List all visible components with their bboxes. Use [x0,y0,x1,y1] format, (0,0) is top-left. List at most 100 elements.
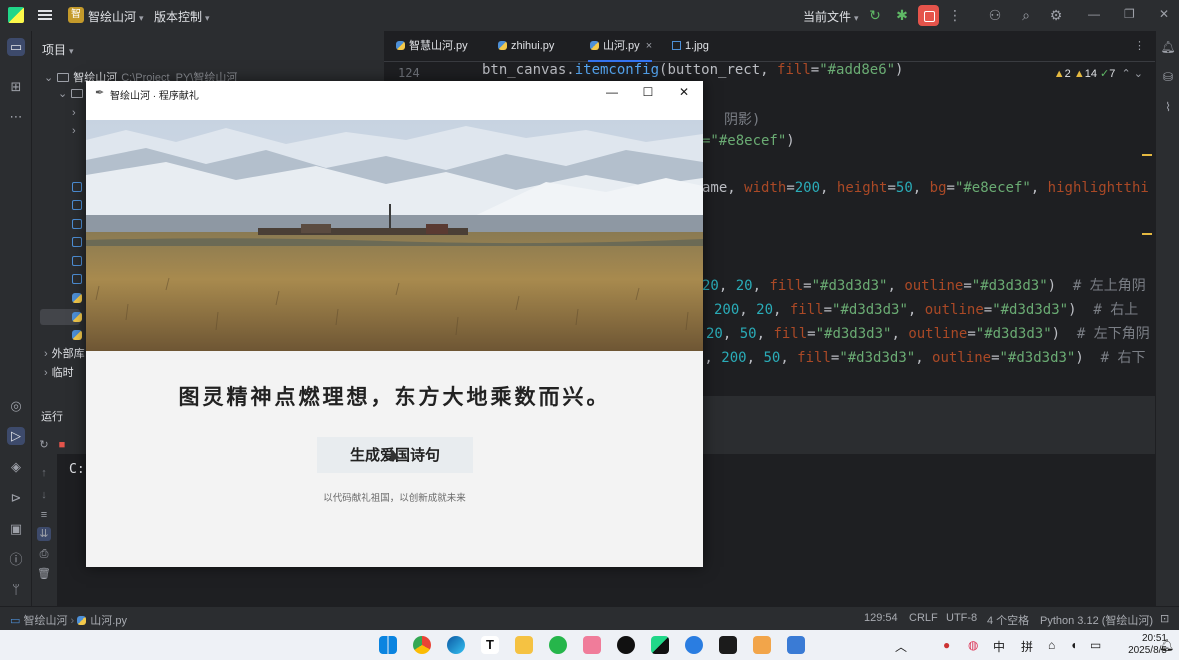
tree-external-libs[interactable]: › 外部库 [44,345,85,363]
tray-app-icon-2[interactable]: ◍ [968,638,978,652]
tab-zhihui[interactable]: zhihui.py [496,31,554,62]
structure-tool-icon[interactable]: ⊞ [7,78,25,96]
tab-zhihui-shanhe[interactable]: 智慧山河.py [394,31,468,62]
project-panel-header[interactable]: 项目 ▾ [42,41,74,58]
tree-scratches[interactable]: › 临时 [44,364,74,382]
debug-icon[interactable]: ✱ [893,6,911,24]
ime-mode[interactable]: 拼 [1021,638,1033,655]
project-selector[interactable]: 智绘山河 ▾ [88,8,144,25]
more-icon[interactable]: ⋮ [946,6,964,24]
code-line[interactable]: ="#e8ecef") [702,133,795,149]
code-line[interactable]: 20, 20, fill="#d3d3d3", outline="#d3d3d3… [702,275,1146,295]
file-icon[interactable] [72,182,82,192]
tray-chevron-up-icon[interactable]: ︿ [895,638,907,655]
code-line[interactable]: ), 200, 50, fill="#d3d3d3", outline="#d3… [696,347,1146,367]
file-icon[interactable] [72,237,82,247]
pycharm-logo-icon[interactable] [8,7,24,23]
chevron-right-icon[interactable]: › [72,107,76,125]
windows-start-icon[interactable] [379,636,397,654]
code-line[interactable]: ame, width=200, height=50, bg="#e8ecef",… [702,180,1149,196]
python-interpreter[interactable]: Python 3.12 (智绘山河) [1040,612,1153,628]
file-icon[interactable] [72,274,82,284]
battery-icon[interactable]: ▭ [1090,638,1101,652]
more-tools-icon[interactable]: ⋯ [7,108,25,126]
warning-marker[interactable] [1142,233,1152,235]
network-icon[interactable]: ⌂ [1048,638,1055,652]
arrow-down-icon[interactable]: ↓ [37,488,51,502]
app-icon-blue[interactable] [685,636,703,654]
pycharm-taskbar-icon[interactable] [651,636,669,654]
python-file-icon[interactable] [72,293,82,303]
terminal-taskbar-icon[interactable] [719,636,737,654]
database-icon[interactable]: ⛁ [1160,69,1176,85]
python-tk-taskbar-icon[interactable] [787,636,805,654]
edge-icon[interactable] [447,636,465,654]
code-line[interactable]: 阴影) [724,109,760,129]
tree-subfolder[interactable]: ⌄ [58,87,87,105]
file-icon[interactable] [72,200,82,210]
tab-jpg[interactable]: 1.jpg [670,31,709,62]
app-maximize-icon[interactable]: ☐ [638,85,658,99]
lock-icon[interactable]: ⊡ [1160,612,1169,625]
indent-setting[interactable]: 4 个空格 [987,612,1029,628]
terminal-icon[interactable]: ▣ [7,520,25,538]
code-line[interactable]: btn_canvas.itemconfig(button_rect, fill=… [482,62,903,78]
services-icon[interactable]: ⊳ [7,489,25,507]
inspection-widget[interactable]: ▲2 ▲14 ✓7 ⌃ ⌄ [1054,67,1143,80]
file-explorer-icon[interactable] [515,636,533,654]
python-file-icon[interactable] [72,330,82,340]
print-icon[interactable]: ⎙ [37,547,51,561]
tab-shanhe[interactable]: 山河.py × [588,31,653,62]
close-tab-icon[interactable]: × [646,40,652,52]
volume-icon[interactable]: ◖ [1070,638,1077,652]
delete-icon[interactable]: 🗑︎ [37,567,51,581]
project-tool-icon[interactable]: ▭ [7,38,25,56]
stop-button[interactable] [918,5,939,26]
sciview-icon[interactable]: ⌇ [1160,99,1176,115]
app-icon-orange[interactable] [753,636,771,654]
run-tool-icon[interactable]: ▷ [7,427,25,445]
search-icon[interactable]: ⌕ [1017,6,1035,24]
chevron-right-icon[interactable]: › [72,125,76,143]
stop-icon[interactable]: ■ [55,438,69,452]
vcs-menu[interactable]: 版本控制 ▾ [154,8,210,25]
app-icon[interactable] [583,636,601,654]
git-icon[interactable]: ᛘ [7,581,25,599]
app-minimize-icon[interactable]: — [602,85,622,99]
line-separator[interactable]: CRLF [909,612,938,624]
project-badge[interactable]: 智 [68,7,84,23]
hamburger-icon[interactable] [38,8,52,22]
qq-icon[interactable] [617,636,635,654]
run-config-selector[interactable]: 当前文件 ▾ [803,8,859,25]
soft-wrap-icon[interactable]: ≡ [37,508,51,522]
ime-language[interactable]: 中 [993,638,1005,655]
file-icon[interactable] [72,219,82,229]
code-line[interactable]: 20, 50, fill="#d3d3d3", outline="#d3d3d3… [706,323,1150,343]
file-encoding[interactable]: UTF-8 [946,612,977,624]
warning-marker[interactable] [1142,154,1152,156]
rerun-icon[interactable]: ↻ [866,6,884,24]
breadcrumb[interactable]: ▭ 智绘山河 › 山河.py [10,612,127,628]
arrow-up-icon[interactable]: ↑ [37,466,51,480]
layers-icon[interactable]: ◈ [7,458,25,476]
python-file-icon[interactable] [72,312,82,322]
scroll-to-end-icon[interactable]: ⇊ [37,527,51,541]
tabs-more-icon[interactable]: ⋮ [1132,31,1145,62]
problems-icon[interactable]: ⓘ [7,551,25,569]
cursor-position[interactable]: 129:54 [864,612,898,624]
typora-icon[interactable]: T [481,636,499,654]
app-close-icon[interactable]: ✕ [674,85,694,99]
rerun-icon[interactable]: ↻ [37,438,51,452]
python-packages-icon[interactable]: ◎ [7,397,25,415]
notification-center-icon[interactable]: 🔔︎ [1159,638,1174,652]
app-window-titlebar[interactable]: ✒ 智绘山河 · 程序献礼 — ☐ ✕ [86,81,703,120]
close-icon[interactable]: ✕ [1159,7,1169,21]
wechat-icon[interactable] [549,636,567,654]
code-line[interactable]: 200, 20, fill="#d3d3d3", outline="#d3d3d… [714,299,1138,319]
file-icon[interactable] [72,256,82,266]
restore-icon[interactable]: ❐ [1124,7,1135,21]
tray-app-icon[interactable]: ● [943,638,950,652]
add-user-icon[interactable]: ⚇ [986,6,1004,24]
minimize-icon[interactable]: — [1088,7,1100,21]
chrome-icon[interactable] [413,636,431,654]
